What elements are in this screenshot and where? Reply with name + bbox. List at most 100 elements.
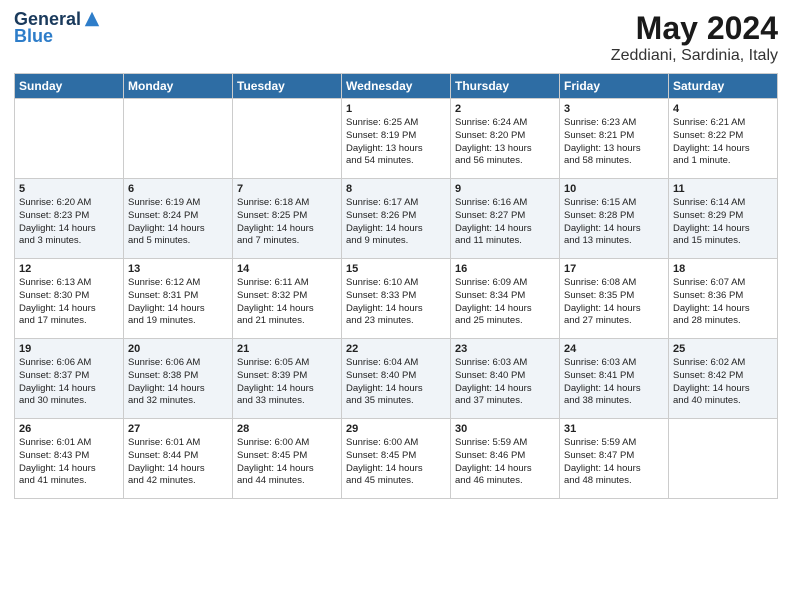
cell-info: Sunrise: 6:07 AM Sunset: 8:36 PM Dayligh… [673, 277, 773, 328]
calendar-cell: 7 Sunrise: 6:18 AM Sunset: 8:25 PM Daylig… [233, 179, 342, 259]
calendar-cell: 1 Sunrise: 6:25 AM Sunset: 8:19 PM Daylig… [342, 99, 451, 179]
title-block: May 2024 Zeddiani, Sardinia, Italy [611, 10, 778, 65]
logo: General Blue [14, 10, 101, 47]
day-number: 7 [237, 183, 337, 195]
day-number: 29 [346, 423, 446, 435]
day-number: 5 [19, 183, 119, 195]
calendar-cell: 30 Sunrise: 5:59 AM Sunset: 8:46 PM Dayli… [451, 419, 560, 499]
calendar-cell: 17 Sunrise: 6:08 AM Sunset: 8:35 PM Dayli… [560, 259, 669, 339]
cell-info: Sunrise: 6:05 AM Sunset: 8:39 PM Dayligh… [237, 357, 337, 408]
cell-info: Sunrise: 6:06 AM Sunset: 8:38 PM Dayligh… [128, 357, 228, 408]
day-number: 25 [673, 343, 773, 355]
calendar-cell: 6 Sunrise: 6:19 AM Sunset: 8:24 PM Daylig… [124, 179, 233, 259]
week-row-5: 26 Sunrise: 6:01 AM Sunset: 8:43 PM Dayli… [15, 419, 778, 499]
day-number: 8 [346, 183, 446, 195]
calendar-cell [669, 419, 778, 499]
day-number: 30 [455, 423, 555, 435]
calendar-subtitle: Zeddiani, Sardinia, Italy [611, 47, 778, 65]
cell-info: Sunrise: 6:20 AM Sunset: 8:23 PM Dayligh… [19, 197, 119, 248]
day-number: 13 [128, 263, 228, 275]
day-header-tuesday: Tuesday [233, 74, 342, 99]
calendar-cell: 20 Sunrise: 6:06 AM Sunset: 8:38 PM Dayli… [124, 339, 233, 419]
page: General Blue May 2024 Zeddiani, Sardinia… [0, 0, 792, 509]
cell-info: Sunrise: 6:21 AM Sunset: 8:22 PM Dayligh… [673, 117, 773, 168]
calendar-cell: 11Sunrise: 6:14 AM Sunset: 8:29 PM Dayli… [669, 179, 778, 259]
calendar-cell: 18 Sunrise: 6:07 AM Sunset: 8:36 PM Dayli… [669, 259, 778, 339]
day-number: 17 [564, 263, 664, 275]
cell-info: Sunrise: 6:01 AM Sunset: 8:44 PM Dayligh… [128, 437, 228, 488]
day-number: 19 [19, 343, 119, 355]
cell-info: Sunrise: 6:12 AM Sunset: 8:31 PM Dayligh… [128, 277, 228, 328]
day-number: 12 [19, 263, 119, 275]
cell-info: Sunrise: 6:01 AM Sunset: 8:43 PM Dayligh… [19, 437, 119, 488]
header: General Blue May 2024 Zeddiani, Sardinia… [14, 10, 778, 65]
day-number: 22 [346, 343, 446, 355]
calendar-cell: 4 Sunrise: 6:21 AM Sunset: 8:22 PM Daylig… [669, 99, 778, 179]
day-header-saturday: Saturday [669, 74, 778, 99]
calendar-cell: 13 Sunrise: 6:12 AM Sunset: 8:31 PM Dayli… [124, 259, 233, 339]
calendar-title: May 2024 [611, 10, 778, 47]
cell-info: Sunrise: 6:06 AM Sunset: 8:37 PM Dayligh… [19, 357, 119, 408]
calendar-cell: 16Sunrise: 6:09 AM Sunset: 8:34 PM Dayli… [451, 259, 560, 339]
logo-blue: Blue [14, 26, 53, 47]
cell-info: Sunrise: 6:24 AM Sunset: 8:20 PM Dayligh… [455, 117, 555, 168]
cell-info: Sunrise: 6:03 AM Sunset: 8:41 PM Dayligh… [564, 357, 664, 408]
calendar-cell: 26 Sunrise: 6:01 AM Sunset: 8:43 PM Dayli… [15, 419, 124, 499]
calendar-cell: 29 Sunrise: 6:00 AM Sunset: 8:45 PM Dayli… [342, 419, 451, 499]
cell-info: Sunrise: 6:08 AM Sunset: 8:35 PM Dayligh… [564, 277, 664, 328]
day-number: 31 [564, 423, 664, 435]
cell-info: Sunrise: 6:18 AM Sunset: 8:25 PM Dayligh… [237, 197, 337, 248]
calendar-cell: 19 Sunrise: 6:06 AM Sunset: 8:37 PM Dayli… [15, 339, 124, 419]
calendar-cell: 23 Sunrise: 6:03 AM Sunset: 8:40 PM Dayli… [451, 339, 560, 419]
day-header-wednesday: Wednesday [342, 74, 451, 99]
cell-info: Sunrise: 6:14 AM Sunset: 8:29 PM Dayligh… [673, 197, 773, 248]
cell-info: Sunrise: 6:04 AM Sunset: 8:40 PM Dayligh… [346, 357, 446, 408]
cell-info: Sunrise: 6:15 AM Sunset: 8:28 PM Dayligh… [564, 197, 664, 248]
cell-info: Sunrise: 6:00 AM Sunset: 8:45 PM Dayligh… [346, 437, 446, 488]
week-row-4: 19 Sunrise: 6:06 AM Sunset: 8:37 PM Dayli… [15, 339, 778, 419]
day-header-friday: Friday [560, 74, 669, 99]
calendar-cell: 12Sunrise: 6:13 AM Sunset: 8:30 PM Dayli… [15, 259, 124, 339]
calendar-cell: 31Sunrise: 5:59 AM Sunset: 8:47 PM Dayli… [560, 419, 669, 499]
cell-info: Sunrise: 5:59 AM Sunset: 8:46 PM Dayligh… [455, 437, 555, 488]
calendar-cell [15, 99, 124, 179]
day-number: 3 [564, 103, 664, 115]
calendar-cell [233, 99, 342, 179]
day-number: 28 [237, 423, 337, 435]
logo-icon [83, 10, 101, 28]
days-header-row: SundayMondayTuesdayWednesdayThursdayFrid… [15, 74, 778, 99]
day-number: 20 [128, 343, 228, 355]
day-number: 4 [673, 103, 773, 115]
cell-info: Sunrise: 6:11 AM Sunset: 8:32 PM Dayligh… [237, 277, 337, 328]
calendar-table: SundayMondayTuesdayWednesdayThursdayFrid… [14, 73, 778, 499]
calendar-cell: 8 Sunrise: 6:17 AM Sunset: 8:26 PM Daylig… [342, 179, 451, 259]
day-header-sunday: Sunday [15, 74, 124, 99]
day-number: 1 [346, 103, 446, 115]
cell-info: Sunrise: 6:03 AM Sunset: 8:40 PM Dayligh… [455, 357, 555, 408]
calendar-cell: 24Sunrise: 6:03 AM Sunset: 8:41 PM Dayli… [560, 339, 669, 419]
calendar-cell: 21 Sunrise: 6:05 AM Sunset: 8:39 PM Dayli… [233, 339, 342, 419]
day-number: 26 [19, 423, 119, 435]
calendar-cell [124, 99, 233, 179]
cell-info: Sunrise: 6:17 AM Sunset: 8:26 PM Dayligh… [346, 197, 446, 248]
cell-info: Sunrise: 6:25 AM Sunset: 8:19 PM Dayligh… [346, 117, 446, 168]
calendar-cell: 14Sunrise: 6:11 AM Sunset: 8:32 PM Dayli… [233, 259, 342, 339]
day-number: 23 [455, 343, 555, 355]
calendar-cell: 10 Sunrise: 6:15 AM Sunset: 8:28 PM Dayli… [560, 179, 669, 259]
day-number: 9 [455, 183, 555, 195]
day-number: 2 [455, 103, 555, 115]
cell-info: Sunrise: 6:19 AM Sunset: 8:24 PM Dayligh… [128, 197, 228, 248]
calendar-cell: 15Sunrise: 6:10 AM Sunset: 8:33 PM Dayli… [342, 259, 451, 339]
week-row-2: 5 Sunrise: 6:20 AM Sunset: 8:23 PM Daylig… [15, 179, 778, 259]
day-number: 21 [237, 343, 337, 355]
week-row-3: 12Sunrise: 6:13 AM Sunset: 8:30 PM Dayli… [15, 259, 778, 339]
week-row-1: 1 Sunrise: 6:25 AM Sunset: 8:19 PM Daylig… [15, 99, 778, 179]
day-number: 27 [128, 423, 228, 435]
cell-info: Sunrise: 6:09 AM Sunset: 8:34 PM Dayligh… [455, 277, 555, 328]
day-number: 10 [564, 183, 664, 195]
day-number: 18 [673, 263, 773, 275]
cell-info: Sunrise: 6:16 AM Sunset: 8:27 PM Dayligh… [455, 197, 555, 248]
cell-info: Sunrise: 6:02 AM Sunset: 8:42 PM Dayligh… [673, 357, 773, 408]
day-header-thursday: Thursday [451, 74, 560, 99]
day-number: 6 [128, 183, 228, 195]
